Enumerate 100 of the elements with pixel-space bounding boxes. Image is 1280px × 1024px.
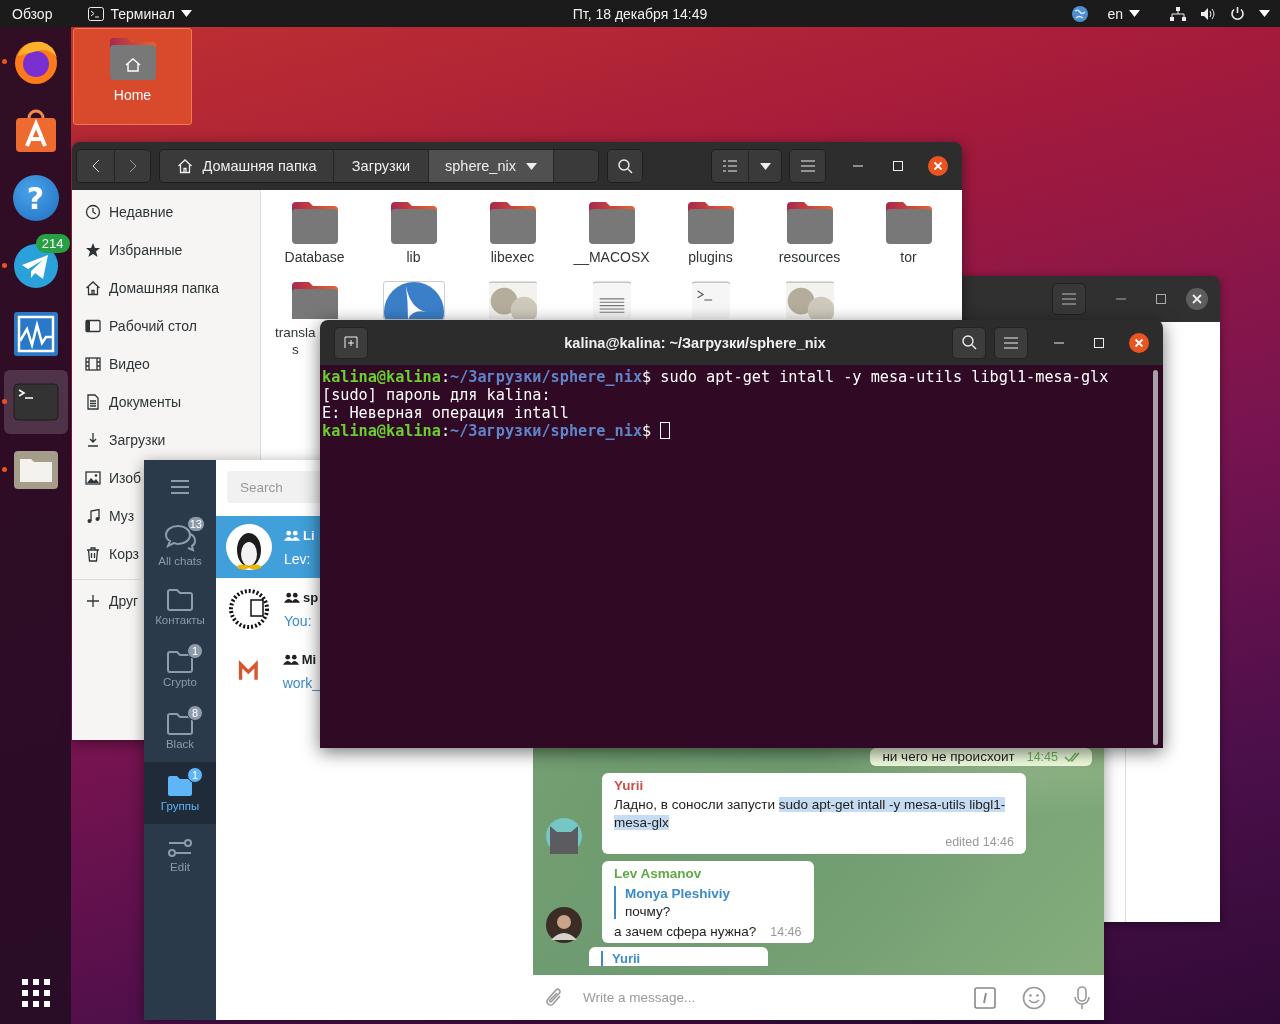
music-icon (85, 508, 101, 524)
clock-icon (85, 204, 101, 220)
caret-icon (525, 162, 537, 170)
terminal-line: kalina@kalina:~/Загрузки/sphere_nix$ sudo apt-get intall -y mesa-utils libgl1-mesa-glx (322, 368, 1109, 386)
document-icon (85, 394, 101, 410)
search-button[interactable] (952, 326, 986, 359)
message-field[interactable]: Write a message... (581, 989, 958, 1006)
list-view-button[interactable] (712, 150, 748, 182)
settings-file-icon (785, 281, 834, 319)
chat-preview: Lev: (284, 550, 312, 567)
sidebar-item[interactable]: Домашняя папка (72, 269, 222, 307)
sidebar-item[interactable]: Изоб (72, 459, 144, 497)
chat-title: sp (303, 589, 319, 605)
message-time: 14:45 (1026, 749, 1058, 764)
keyboard-layout-menu[interactable]: en (1107, 5, 1140, 22)
sidebar-item[interactable]: Избранные (72, 231, 185, 269)
folder-tab[interactable]: Контакты (144, 576, 216, 638)
file-name: lib (406, 249, 421, 266)
download-icon (85, 432, 101, 448)
menu-icon (1062, 293, 1076, 305)
folder-icon (290, 281, 339, 319)
app-menu[interactable]: Терминал (88, 5, 192, 22)
path-button[interactable]: sphere_nix (428, 150, 553, 182)
power-icon[interactable] (1230, 6, 1245, 21)
avatar (546, 907, 582, 943)
message-text: Ладно, в соносли запусти sudo apt-get intall -y mesa-utils libgl1-mesa-glx (614, 796, 1007, 832)
reply-text: почму? (625, 904, 672, 919)
chat-preview: You: (284, 612, 313, 629)
terminal-icon (12, 383, 59, 421)
chat-item[interactable]: sp You: (216, 578, 320, 640)
app-grid-icon[interactable] (21, 979, 50, 1007)
folder-icon (389, 201, 438, 245)
folder-tab[interactable]: 13 All chats (144, 514, 216, 576)
text-file-icon (592, 281, 631, 319)
search-field[interactable]: Search (227, 471, 320, 503)
file-name: plugins (688, 249, 733, 266)
new-tab-icon (344, 336, 358, 349)
folder-icon (166, 588, 194, 611)
menu-icon (800, 160, 815, 172)
message-author: Lev Asmanov (614, 866, 703, 881)
file-item[interactable] (290, 281, 339, 320)
activity-monitor-icon (12, 311, 59, 357)
help-icon: ? (12, 175, 59, 221)
folder-icon (166, 712, 194, 735)
chat-item[interactable]: Mi work_ (216, 640, 320, 702)
globe-icon[interactable] (1071, 4, 1090, 23)
folder-icon (290, 201, 339, 245)
activities-button[interactable]: Обзор (12, 5, 53, 22)
folder-tab[interactable]: 8 Black (144, 700, 216, 762)
trash-icon (85, 546, 101, 562)
clock[interactable]: Пт, 18 декабря 14:49 (572, 5, 708, 22)
folder-icon (686, 201, 735, 245)
folder-tab[interactable]: 1 Crypto (144, 638, 216, 700)
film-icon (85, 356, 101, 372)
scrollbar[interactable] (1153, 370, 1158, 745)
chat-title: Mi (301, 651, 317, 667)
sidebar-item[interactable]: Видео (72, 345, 152, 383)
path-button[interactable]: Домашняя папка (160, 150, 333, 182)
sidebar-item[interactable]: Недавние (72, 193, 176, 231)
unread-badge: 214 (35, 234, 70, 253)
menu-icon (1004, 336, 1018, 349)
view-options-button[interactable] (748, 150, 781, 182)
new-tab-button[interactable] (334, 326, 368, 359)
path-button[interactable]: Загрузки (333, 150, 428, 182)
reply-author: Yurii (612, 951, 642, 966)
sidebar-item[interactable]: Загрузки (72, 421, 168, 459)
sidebar-item[interactable]: Документы (72, 383, 184, 421)
minimize-icon (853, 165, 863, 167)
search-button[interactable] (608, 150, 642, 182)
menu-button[interactable] (1052, 283, 1086, 315)
sidebar-item[interactable]: Рабочий стол (72, 307, 199, 345)
menu-button[interactable] (790, 150, 825, 182)
file-item[interactable] (592, 281, 631, 320)
folder-tab[interactable]: Edit (144, 824, 216, 886)
network-icon[interactable] (1170, 6, 1186, 21)
emoji-icon[interactable] (1022, 985, 1046, 1010)
file-name: tor (900, 249, 917, 266)
desktop-icon[interactable]: Home (73, 28, 192, 125)
file-name: Database (284, 249, 345, 266)
commands-icon[interactable] (974, 986, 996, 1009)
close-icon (928, 156, 948, 176)
folder-tab[interactable]: 1 Группы (144, 762, 216, 824)
sidebar-item[interactable]: Муз (72, 497, 137, 535)
close-button[interactable] (1186, 288, 1208, 310)
file-item[interactable] (382, 281, 445, 320)
folder-icon (12, 450, 59, 490)
caret-icon (1129, 10, 1140, 17)
sidebar-item[interactable]: Корз (72, 535, 141, 573)
microphone-icon[interactable] (1074, 985, 1090, 1010)
menu-icon (171, 480, 189, 494)
minimize-icon (1116, 298, 1126, 300)
menu-button[interactable] (994, 326, 1028, 359)
caret-icon (180, 10, 192, 17)
volume-icon[interactable] (1200, 6, 1216, 21)
terminal-line: [sudo] пароль для kalina: (322, 386, 551, 404)
message-time: edited 14:46 (945, 835, 1014, 850)
message-text: а зачем сфера нужна? (614, 924, 757, 939)
group-icon (284, 591, 300, 603)
chat-title: Li (303, 527, 315, 543)
folder-icon (587, 201, 636, 245)
